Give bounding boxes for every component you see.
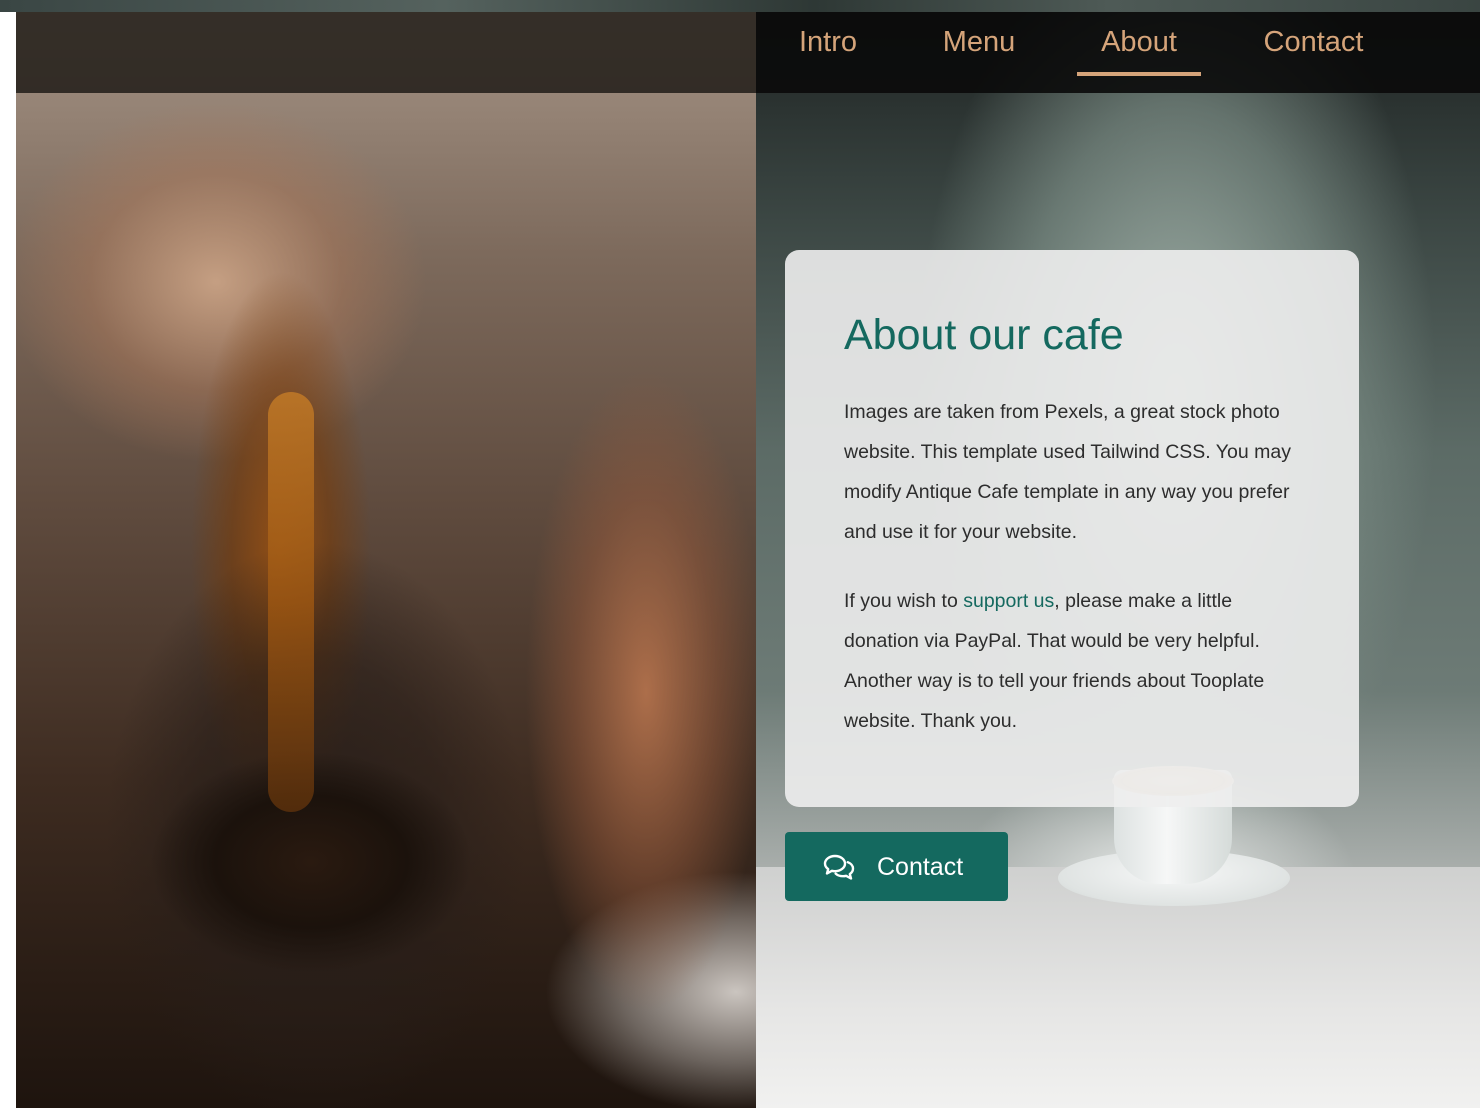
nav-left-backdrop — [16, 12, 756, 93]
about-paragraph-2-start: If you wish to — [844, 590, 964, 612]
chat-bubbles-icon — [823, 854, 855, 880]
support-us-link[interactable]: support us — [963, 590, 1054, 612]
contact-button[interactable]: Contact — [785, 832, 1008, 901]
coffee-stream — [268, 392, 314, 812]
contact-button-label: Contact — [877, 852, 964, 881]
nav-link-intro[interactable]: Intro — [793, 12, 863, 93]
about-title: About our cafe — [844, 311, 1124, 359]
about-paragraph-2: If you wish to support us, please make a… — [844, 581, 1304, 741]
background-photo-strip — [0, 0, 1480, 12]
nav-links: Intro Menu About Contact — [756, 12, 1480, 93]
about-card: About our cafe Images are taken from Pex… — [785, 250, 1359, 807]
coffee-pouring-photo — [16, 12, 756, 1108]
nav-link-menu[interactable]: Menu — [938, 12, 1020, 93]
marble-table — [756, 867, 1480, 1108]
top-navigation: Intro Menu About Contact — [16, 12, 1480, 93]
nav-link-contact[interactable]: Contact — [1256, 12, 1371, 93]
nav-link-about[interactable]: About — [1077, 12, 1201, 93]
about-paragraph-1: Images are taken from Pexels, a great st… — [844, 401, 1291, 543]
